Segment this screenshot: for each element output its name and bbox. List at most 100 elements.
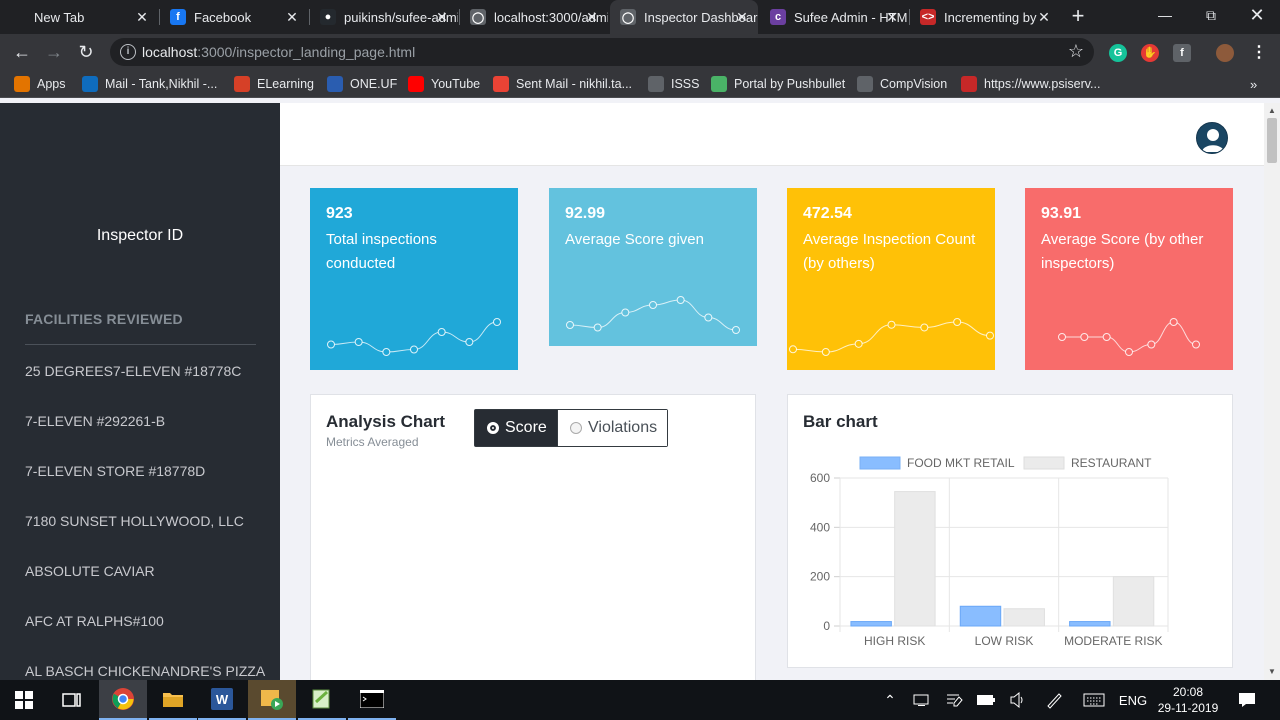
facility-item[interactable]: AL BASCH CHICKENANDRE'S PIZZA [25, 663, 265, 679]
scrollbar-thumb[interactable] [1267, 118, 1277, 163]
windows-start-icon[interactable] [0, 680, 48, 720]
apps-grid-icon [14, 76, 30, 92]
page-header [280, 103, 1264, 166]
chrome-taskbar-icon[interactable] [99, 680, 147, 720]
browser-tab[interactable]: New Tab ✕ [0, 0, 158, 34]
youtube-icon [408, 76, 424, 92]
bookmark-label: Sent Mail - nikhil.ta... [516, 77, 633, 91]
tab-close-icon[interactable]: ✕ [434, 9, 450, 25]
bookmark-item[interactable]: Sent Mail - nikhil.ta... [493, 75, 632, 93]
volume-icon[interactable] [1006, 680, 1030, 720]
address-bar[interactable]: i localhost:3000/inspector_landing_page.… [110, 38, 1094, 66]
bookmark-item[interactable]: CompVision [857, 75, 947, 93]
back-icon[interactable]: ← [10, 40, 34, 64]
sparkline-point [1080, 333, 1089, 341]
y-tick-label: 400 [810, 520, 830, 534]
globe-icon: ◯ [620, 9, 636, 25]
language-indicator[interactable]: ENG [1118, 680, 1148, 720]
notifications-icon[interactable] [1236, 680, 1258, 720]
sparkline-point [465, 338, 474, 346]
bookmark-item[interactable]: https://www.psiserv... [961, 75, 1100, 93]
legend-swatch [1023, 456, 1065, 470]
tab-close-icon[interactable]: ✕ [134, 9, 150, 25]
bookmarks-overflow-icon[interactable]: » [1250, 75, 1257, 93]
battery-icon[interactable] [974, 680, 998, 720]
tab-close-icon[interactable]: ✕ [584, 9, 600, 25]
user-avatar-icon[interactable] [1196, 122, 1228, 154]
sparkline-point [1058, 333, 1066, 341]
scroll-down-icon[interactable]: ▼ [1268, 667, 1276, 676]
facility-item[interactable]: AFC AT RALPHS#100 [25, 613, 164, 629]
sparkline-point [854, 339, 863, 348]
facility-item[interactable]: 7-ELEVEN STORE #18778D [25, 463, 205, 479]
browser-tab[interactable]: c Sufee Admin - HTML ✕ [760, 0, 908, 34]
sparkline-point [887, 320, 896, 329]
reload-icon[interactable]: ↻ [74, 40, 98, 64]
sparkline-point [621, 308, 630, 317]
tray-chevron-icon[interactable]: ⌃ [880, 680, 900, 720]
sparkline-point [1169, 318, 1178, 326]
ink-icon[interactable] [1042, 680, 1066, 720]
bookmark-item[interactable]: Portal by Pushbullet [711, 75, 845, 93]
tab-close-icon[interactable]: ✕ [1036, 9, 1052, 25]
scroll-up-icon[interactable]: ▲ [1268, 106, 1276, 115]
action-center-pc-icon[interactable] [910, 680, 934, 720]
profile-avatar-icon[interactable] [1216, 44, 1234, 62]
page-scrollbar[interactable]: ▲ ▼ [1264, 103, 1280, 680]
menu-kebab-icon[interactable]: ⋮ [1250, 44, 1268, 62]
legend-swatch [859, 456, 901, 470]
minimize-button[interactable]: — [1142, 0, 1188, 30]
bookmark-item[interactable]: YouTube [408, 75, 480, 93]
tab-separator [459, 9, 460, 25]
sparkline-point [437, 328, 446, 336]
score-option[interactable]: Score [475, 410, 557, 446]
facility-item[interactable]: 7-ELEVEN #292261-B [25, 413, 165, 429]
bookmark-item[interactable]: ONE.UF [327, 75, 397, 93]
bookmark-item[interactable]: Apps [14, 75, 66, 93]
tab-close-icon[interactable]: ✕ [734, 9, 750, 25]
site-info-icon[interactable]: i [120, 44, 136, 60]
clock[interactable]: 20:08 29-11-2019 [1150, 680, 1226, 720]
grammarly-icon[interactable]: G [1109, 44, 1127, 62]
tab-close-icon[interactable]: ✕ [284, 9, 300, 25]
sparkline-point [649, 301, 657, 309]
canvas-icon [234, 76, 250, 92]
browser-tab[interactable]: f Facebook ✕ [160, 0, 308, 34]
tab-strip: New Tab ✕ f Facebook ✕ ● puikinsh/sufee-admin ✕… [0, 0, 1280, 34]
forward-icon[interactable]: → [42, 40, 66, 64]
adblock-icon[interactable]: ✋ [1141, 44, 1159, 62]
facility-item[interactable]: 7180 SUNSET HOLLYWOOD, LLC [25, 513, 244, 529]
analysis-chart-subtitle: Metrics Averaged [326, 435, 419, 449]
browser-tab[interactable]: ◯ Inspector Dashboard ✕ [610, 0, 758, 34]
y-tick-label: 600 [810, 471, 830, 485]
file-explorer-icon[interactable] [149, 680, 197, 720]
word-icon[interactable]: W [198, 680, 246, 720]
media-player-icon[interactable] [248, 680, 296, 720]
bookmark-star-icon[interactable]: ☆ [1068, 41, 1084, 62]
notepad-plus-icon[interactable] [298, 680, 346, 720]
url-text[interactable]: localhost:3000/inspector_landing_page.ht… [142, 44, 415, 60]
touch-keyboard-icon[interactable] [1080, 680, 1108, 720]
browser-tab[interactable]: ● puikinsh/sufee-admin ✕ [310, 0, 458, 34]
bookmark-item[interactable]: ISSS [648, 75, 700, 93]
terminal-icon[interactable] [348, 680, 396, 720]
facility-item[interactable]: ABSOLUTE CAVIAR [25, 563, 155, 579]
bookmark-item[interactable]: Mail - Tank,Nikhil -... [82, 75, 217, 93]
stat-label: Total inspections conducted [326, 231, 437, 272]
window-close-button[interactable]: ✕ [1234, 0, 1280, 30]
restore-button[interactable]: ⧉ [1188, 0, 1234, 30]
violations-option[interactable]: Violations [557, 410, 667, 446]
pen-workspace-icon[interactable] [942, 680, 966, 720]
bookmark-item[interactable]: ELearning [234, 75, 314, 93]
facebook-ext-icon[interactable]: f [1173, 44, 1191, 62]
facility-item[interactable]: 25 DEGREES7-ELEVEN #18778C [25, 363, 241, 379]
new-tab-button[interactable]: + [1066, 5, 1090, 29]
browser-tab[interactable]: <> Incrementing by ✕ [910, 0, 1060, 34]
browser-tab[interactable]: ◯ localhost:3000/admin ✕ [460, 0, 608, 34]
sparkline-point [953, 318, 962, 326]
task-view-icon[interactable] [48, 680, 96, 720]
tab-close-icon[interactable]: ✕ [884, 9, 900, 25]
clock-time: 20:08 [1172, 685, 1204, 699]
y-tick-label: 0 [823, 619, 830, 633]
tab-separator [309, 9, 310, 25]
